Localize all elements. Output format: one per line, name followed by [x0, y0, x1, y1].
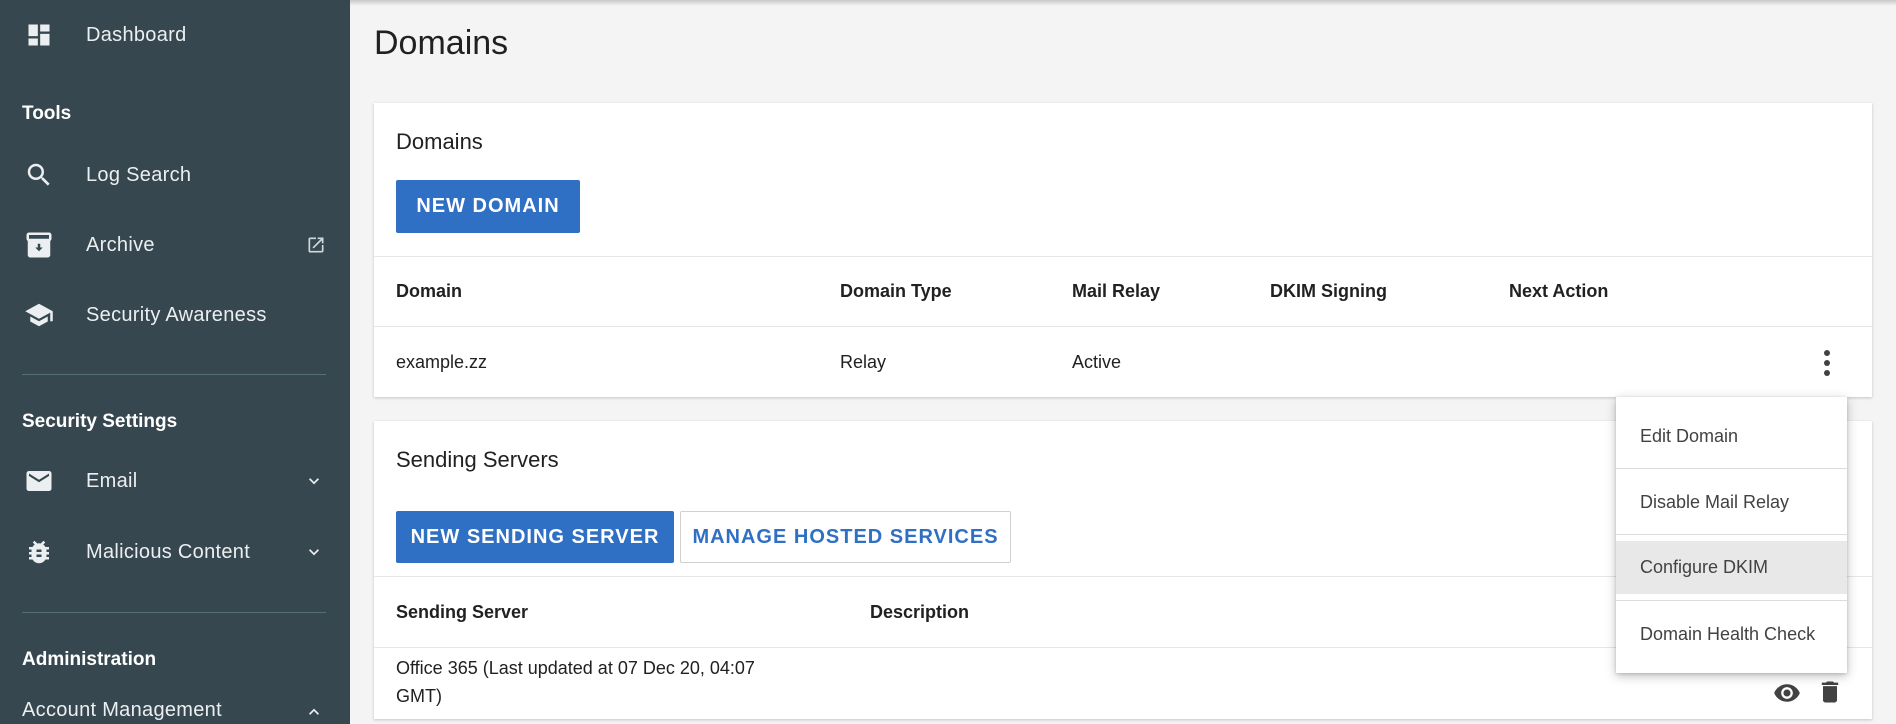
sidebar-item-label: Log Search: [86, 163, 192, 186]
sidebar-item-dashboard[interactable]: Dashboard: [0, 10, 350, 60]
sidebar-item-account-management[interactable]: Account Management: [0, 686, 350, 724]
search-icon: [24, 160, 54, 190]
column-header-sending-server: Sending Server: [396, 602, 529, 622]
menu-item-configure-dkim[interactable]: Configure DKIM: [1616, 541, 1847, 594]
card-title: Sending Servers: [396, 447, 559, 472]
domains-card: Domains NEW DOMAIN Domain Domain Type Ma…: [374, 103, 1872, 397]
sidebar-item-security-awareness[interactable]: Security Awareness: [0, 290, 350, 340]
cell-domain: example.zz: [396, 352, 488, 372]
column-header-mail-relay: Mail Relay: [1072, 281, 1161, 301]
top-shadow: [350, 0, 1896, 6]
dashboard-icon: [24, 20, 54, 50]
sidebar: Dashboard Tools Log Search Archive Secur…: [0, 0, 350, 724]
more-vertical-icon[interactable]: [1812, 343, 1842, 383]
sidebar-item-label: Archive: [86, 233, 155, 256]
menu-item-domain-health-check[interactable]: Domain Health Check: [1616, 604, 1847, 664]
envelope-icon: [24, 466, 54, 496]
chevron-down-icon: [304, 471, 324, 491]
sidebar-item-label: Security Awareness: [86, 303, 267, 326]
card-title: Domains: [396, 129, 483, 154]
column-header-next-action: Next Action: [1509, 281, 1609, 301]
sidebar-item-malicious-content[interactable]: Malicious Content: [0, 527, 350, 577]
graduation-cap-icon: [24, 300, 54, 330]
column-header-domain: Domain: [396, 281, 463, 301]
sidebar-item-label: Dashboard: [86, 23, 187, 46]
menu-item-edit-domain[interactable]: Edit Domain: [1616, 406, 1847, 466]
page-title: Domains: [374, 24, 509, 62]
section-title-administration: Administration: [22, 649, 157, 670]
new-sending-server-button[interactable]: NEW SENDING SERVER: [396, 511, 674, 563]
context-menu: Edit Domain Disable Mail Relay Configure…: [1616, 397, 1847, 673]
chevron-up-icon: [304, 702, 324, 722]
sidebar-item-label: Malicious Content: [86, 540, 251, 563]
archive-icon: [24, 230, 54, 260]
menu-separator: [1616, 468, 1847, 469]
menu-separator: [1616, 534, 1847, 535]
sidebar-item-email[interactable]: Email: [0, 456, 350, 506]
cell-sending-server-line2: GMT): [396, 686, 442, 706]
sidebar-divider: [22, 612, 326, 613]
column-header-dkim-signing: DKIM Signing: [1270, 281, 1387, 301]
menu-separator: [1616, 600, 1847, 601]
sidebar-item-label: Account Management: [22, 698, 222, 721]
column-header-description: Description: [870, 602, 970, 622]
chevron-down-icon: [304, 542, 324, 562]
cell-sending-server-line1: Office 365 (Last updated at 07 Dec 20, 0…: [396, 658, 755, 678]
bug-icon: [24, 537, 54, 567]
table-divider: [374, 326, 1872, 327]
external-link-icon: [306, 235, 326, 255]
cell-domain-type: Relay: [840, 352, 887, 372]
cell-mail-relay: Active: [1072, 352, 1122, 372]
sidebar-item-label: Email: [86, 469, 138, 492]
sidebar-divider: [22, 374, 326, 375]
new-domain-button[interactable]: NEW DOMAIN: [396, 180, 580, 233]
sidebar-item-log-search[interactable]: Log Search: [0, 150, 350, 200]
sidebar-item-archive[interactable]: Archive: [0, 220, 350, 270]
eye-icon[interactable]: [1773, 679, 1801, 707]
column-header-domain-type: Domain Type: [840, 281, 952, 301]
section-title-security-settings: Security Settings: [22, 411, 178, 432]
trash-icon[interactable]: [1816, 678, 1844, 706]
manage-hosted-services-button[interactable]: MANAGE HOSTED SERVICES: [680, 511, 1011, 563]
menu-item-disable-mail-relay[interactable]: Disable Mail Relay: [1616, 472, 1847, 532]
section-title-tools: Tools: [22, 103, 72, 124]
table-divider: [374, 256, 1872, 257]
